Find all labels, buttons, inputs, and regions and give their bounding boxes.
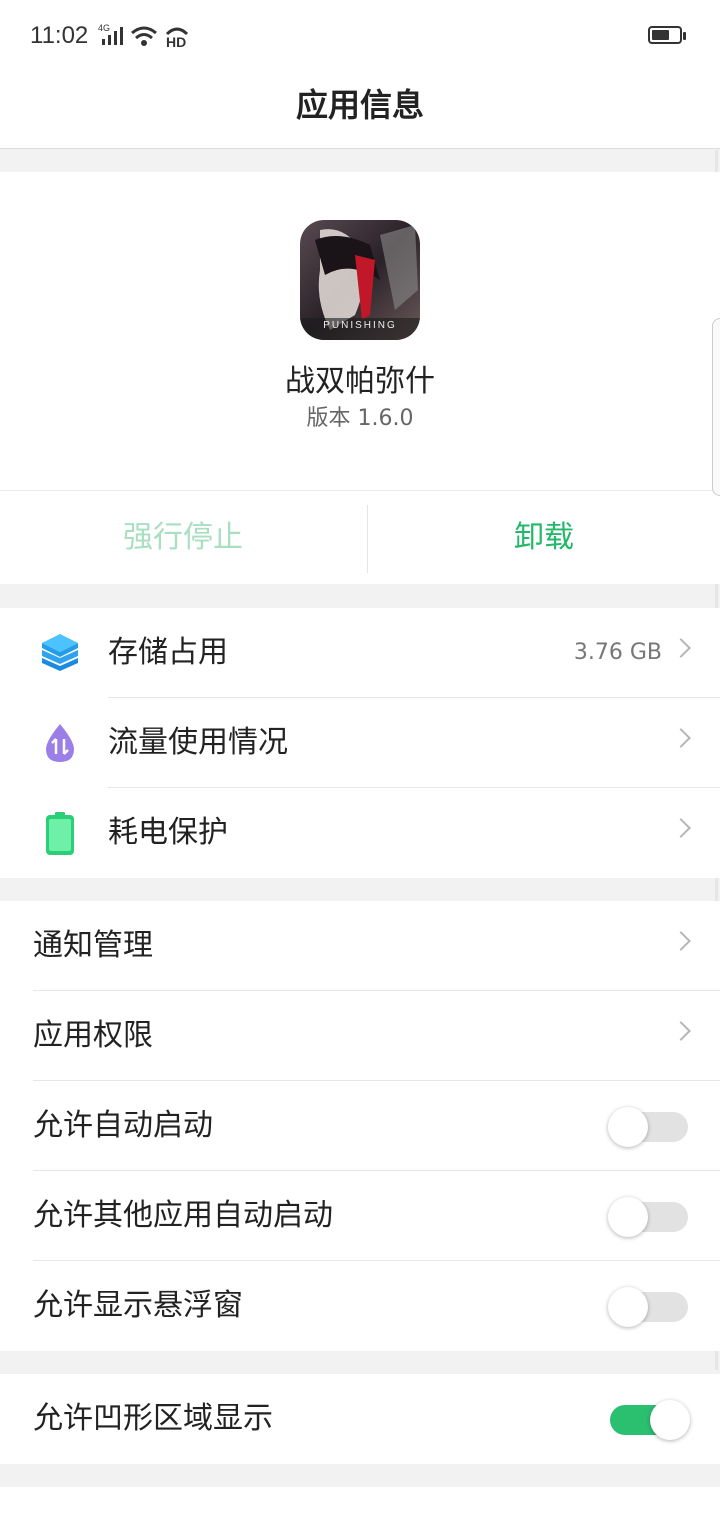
notch-display-toggle[interactable]	[610, 1400, 690, 1440]
toggle-knob	[608, 1197, 648, 1237]
status-bar: 11:02 4G HD	[0, 0, 720, 70]
wifi-icon	[131, 26, 157, 46]
toggle-knob	[608, 1107, 648, 1147]
app-actions: 强行停止 卸载	[0, 490, 720, 585]
signal-icon: 4G	[98, 23, 124, 49]
notification-management-row[interactable]: 通知管理	[0, 901, 720, 991]
notch-display-row: 允许凹形区域显示	[0, 1374, 720, 1464]
force-stop-button[interactable]: 强行停止	[0, 491, 366, 585]
auto-start-label: 允许自动启动	[33, 1108, 213, 1143]
app-icon: PUNISHING	[300, 220, 420, 340]
app-header: 应用信息	[0, 70, 720, 149]
layers-icon	[42, 634, 78, 671]
hd-voice-icon: HD	[164, 24, 190, 50]
status-time: 11:02	[30, 22, 89, 49]
hd-label: HD	[166, 34, 187, 50]
notch-section: 允许凹形区域显示	[0, 1374, 720, 1464]
usage-section: 存储占用 3.76 GB 流量使用情况 耗电保护	[0, 608, 720, 878]
toggle-knob	[650, 1400, 690, 1440]
floating-window-label: 允许显示悬浮窗	[33, 1288, 243, 1323]
other-apps-auto-start-row: 允许其他应用自动启动	[0, 1171, 720, 1261]
storage-value: 3.76 GB	[573, 640, 662, 665]
floating-window-row: 允许显示悬浮窗	[0, 1261, 720, 1351]
app-info-card: PUNISHING 战双帕弥什 版本 1.6.0 强行停止 卸载	[0, 172, 720, 584]
auto-start-toggle[interactable]	[608, 1107, 688, 1147]
status-icons: 4G HD	[98, 23, 190, 50]
storage-label: 存储占用	[108, 635, 228, 670]
data-usage-label: 流量使用情况	[108, 725, 288, 760]
chevron-right-icon	[671, 931, 691, 951]
settings-section: 通知管理 应用权限 允许自动启动 允许其他应用自动启动 允许显示悬浮窗	[0, 901, 720, 1351]
other-apps-auto-start-label: 允许其他应用自动启动	[33, 1198, 333, 1233]
toggle-knob	[608, 1287, 648, 1327]
app-permissions-label: 应用权限	[33, 1018, 153, 1053]
chevron-right-icon	[671, 728, 691, 748]
storage-row[interactable]: 存储占用 3.76 GB	[0, 608, 720, 698]
chevron-right-icon	[671, 818, 691, 838]
chevron-right-icon	[671, 1021, 691, 1041]
next-section-partial	[0, 1487, 720, 1520]
battery-protection-label: 耗电保护	[108, 815, 228, 850]
auto-start-row: 允许自动启动	[0, 1081, 720, 1171]
notch-display-label: 允许凹形区域显示	[33, 1401, 273, 1436]
battery-icon	[46, 812, 74, 855]
app-name: 战双帕弥什	[285, 364, 435, 399]
notification-management-label: 通知管理	[33, 928, 153, 963]
uninstall-button[interactable]: 卸载	[368, 491, 720, 585]
network-type-label: 4G	[98, 23, 111, 33]
page-title: 应用信息	[295, 86, 424, 124]
battery-icon	[648, 26, 686, 44]
app-version: 版本 1.6.0	[306, 406, 414, 431]
data-drop-icon	[46, 724, 74, 762]
chevron-right-icon	[671, 638, 691, 658]
app-icon-text: PUNISHING	[323, 320, 397, 331]
data-usage-row[interactable]: 流量使用情况	[0, 698, 720, 788]
battery-protection-row[interactable]: 耗电保护	[0, 788, 720, 878]
other-apps-auto-start-toggle[interactable]	[608, 1197, 688, 1237]
battery-level-fill	[652, 30, 669, 40]
edge-panel-handle[interactable]	[712, 318, 720, 496]
floating-window-toggle[interactable]	[608, 1287, 688, 1327]
app-permissions-row[interactable]: 应用权限	[0, 991, 720, 1081]
